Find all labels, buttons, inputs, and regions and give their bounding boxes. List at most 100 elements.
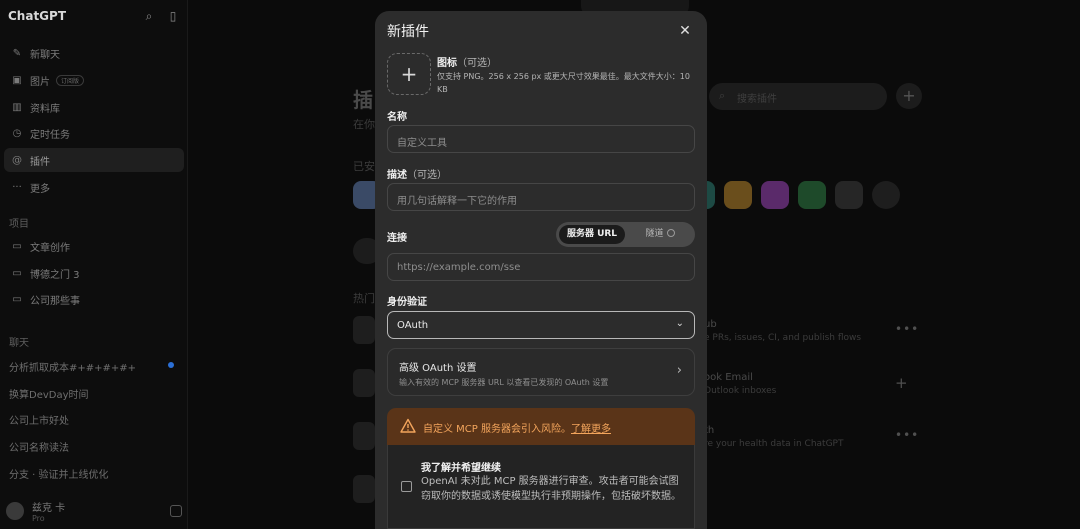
app-tile[interactable] [761, 181, 789, 209]
sidebar-project-item[interactable]: ▭ 公司那些事 [4, 287, 184, 311]
sidebar-item-label: 插件 [30, 156, 50, 168]
sidebar-header: ChatGPT ⌕ ▯ [8, 6, 180, 26]
sidebar: ChatGPT ⌕ ▯ ✎ 新聊天 ▣ 图片 订阅版 ▥ 资料库 ◷ 定时任务 … [0, 0, 188, 529]
popular-heading: 热门 [353, 292, 375, 305]
server-url-input[interactable]: https://example.com/sse [387, 253, 695, 281]
auth-label: 身份验证 [387, 297, 427, 308]
folder-icon: ▭ [12, 267, 22, 279]
plugin-search-input[interactable]: ⌕ 搜索插件 [709, 83, 887, 110]
sidebar-toggle-icon[interactable]: ▯ [166, 9, 180, 23]
connection-label: 连接 [387, 233, 407, 244]
page-title: 插 [353, 88, 373, 112]
app-tile[interactable] [724, 181, 752, 209]
user-plan: Pro [32, 514, 45, 523]
chat-list-item[interactable]: 公司上市好处 [9, 412, 177, 427]
sidebar-item-plugins[interactable]: @ 插件 [4, 148, 184, 172]
chat-list-item[interactable]: 公司名称读法 [9, 439, 177, 454]
plugin-row-icon [353, 369, 375, 397]
plugin-row-desc: e PRs, issues, CI, and publish flows [704, 333, 862, 343]
auth-selected-value: OAuth [397, 320, 429, 331]
user-menu[interactable]: 兹克 卡 Pro [6, 496, 182, 526]
description-label: 描述（可选） [387, 166, 447, 181]
tunnel-option[interactable]: 隧道 [628, 225, 692, 244]
sidebar-project-item[interactable]: ▭ 博德之门 3 [4, 261, 184, 285]
app-tile[interactable] [798, 181, 826, 209]
folder-icon: ▭ [12, 240, 22, 252]
chat-list-item[interactable]: 分析抓取成本#+#+#+#+ [9, 359, 177, 374]
plugin-row-icon [353, 422, 375, 450]
sidebar-item-more[interactable]: ··· 更多 [4, 175, 184, 199]
acknowledge-desc: OpenAI 未对此 MCP 服务器进行审查。攻击者可能会试图窃取你的数据或诱使… [421, 476, 681, 502]
app-tile[interactable] [835, 181, 863, 209]
add-plugin-button[interactable]: + [896, 83, 922, 109]
warning-text: 自定义 MCP 服务器会引入风险。 [423, 424, 571, 435]
new-chat-icon: ✎ [12, 47, 22, 59]
sidebar-item-label: 资料库 [30, 103, 60, 115]
unread-indicator [168, 362, 174, 368]
account-icon[interactable] [170, 505, 182, 517]
search-icon: ⌕ [719, 89, 726, 102]
acknowledge-checkbox[interactable] [401, 481, 412, 492]
chevron-down-icon: ⌄ [675, 318, 684, 329]
name-label: 名称 [387, 112, 407, 123]
tunnel-label: 隧道 [645, 229, 664, 239]
installed-heading: 已安 [353, 160, 375, 173]
chevron-right-icon: › [676, 363, 682, 378]
app-tile[interactable] [872, 181, 900, 209]
description-placeholder: 用几句话解释一下它的作用 [397, 196, 517, 207]
sidebar-item-label: 更多 [30, 183, 50, 195]
app-window: ChatGPT ⌕ ▯ ✎ 新聊天 ▣ 图片 订阅版 ▥ 资料库 ◷ 定时任务 … [0, 0, 1080, 529]
icon-upload-button[interactable]: + [387, 53, 431, 95]
sidebar-item-images[interactable]: ▣ 图片 订阅版 [4, 68, 184, 92]
plugin-row-icon [353, 475, 375, 503]
server-url-option[interactable]: 服务器 URL [559, 225, 625, 244]
optional-tag: （可选） [457, 58, 497, 69]
add-icon[interactable]: + [895, 374, 909, 392]
clock-icon: ◷ [12, 127, 22, 139]
sidebar-item-library[interactable]: ▥ 资料库 [4, 95, 184, 119]
name-placeholder: 自定义工具 [397, 138, 447, 149]
icon-label-text: 图标 [437, 58, 457, 69]
folder-icon: ▭ [12, 293, 22, 305]
library-icon: ▥ [12, 101, 22, 113]
close-icon[interactable]: ✕ [677, 23, 693, 39]
info-icon [666, 229, 675, 237]
advanced-oauth-settings[interactable]: 高级 OAuth 设置 输入有效的 MCP 服务器 URL 以查看已发现的 OA… [387, 348, 695, 396]
sidebar-item-label: 图片 [30, 76, 50, 88]
sidebar-item-label: 博德之门 3 [30, 269, 80, 281]
description-input[interactable]: 用几句话解释一下它的作用 [387, 183, 695, 211]
chat-list-item[interactable]: 分支 · 验证并上线优化 [9, 466, 177, 481]
brand-name: ChatGPT [8, 9, 67, 23]
advanced-title: 高级 OAuth 设置 [399, 363, 477, 374]
sidebar-item-scheduled-tasks[interactable]: ◷ 定时任务 [4, 121, 184, 145]
more-options-icon[interactable]: ••• [895, 428, 919, 442]
url-placeholder: https://example.com/sse [397, 262, 521, 273]
description-label-text: 描述 [387, 170, 407, 181]
advanced-desc: 输入有效的 MCP 服务器 URL 以查看已发现的 OAuth 设置 [399, 378, 609, 387]
search-placeholder: 搜索插件 [737, 94, 777, 105]
sidebar-item-label: 文章创作 [30, 242, 70, 254]
page-subtitle: 在你 [353, 118, 375, 131]
auth-select[interactable]: OAuth ⌄ [387, 311, 695, 339]
more-options-icon[interactable]: ••• [895, 322, 919, 336]
projects-heading: 项目 [9, 219, 29, 230]
dialog-title: 新插件 [387, 24, 429, 40]
learn-more-link[interactable]: 了解更多 [571, 424, 611, 435]
name-input[interactable]: 自定义工具 [387, 125, 695, 153]
plugin-icon: @ [12, 154, 22, 166]
sidebar-item-label: 新聊天 [30, 49, 60, 61]
sidebar-project-item[interactable]: ▭ 文章创作 [4, 234, 184, 258]
sidebar-badge: 订阅版 [56, 74, 85, 86]
warning-icon [400, 418, 416, 433]
warning-message: 自定义 MCP 服务器会引入风险。了解更多 [423, 420, 611, 435]
search-icon[interactable]: ⌕ [142, 9, 156, 23]
chat-list-item[interactable]: 换算DevDay时间 [9, 386, 177, 401]
sidebar-item-new-chat[interactable]: ✎ 新聊天 [4, 41, 184, 65]
connection-type-toggle: 服务器 URL 隧道 [556, 222, 695, 247]
user-name: 兹克 卡 [32, 503, 66, 514]
icon-help-text: 仅支持 PNG。256 x 256 px 或更大尺寸效果最佳。最大文件大小：10… [437, 72, 690, 94]
avatar [6, 502, 24, 520]
chats-heading: 聊天 [9, 338, 29, 349]
plugin-row-title: ook Email [704, 372, 753, 383]
acknowledge-title: 我了解并希望继续 [421, 463, 501, 474]
